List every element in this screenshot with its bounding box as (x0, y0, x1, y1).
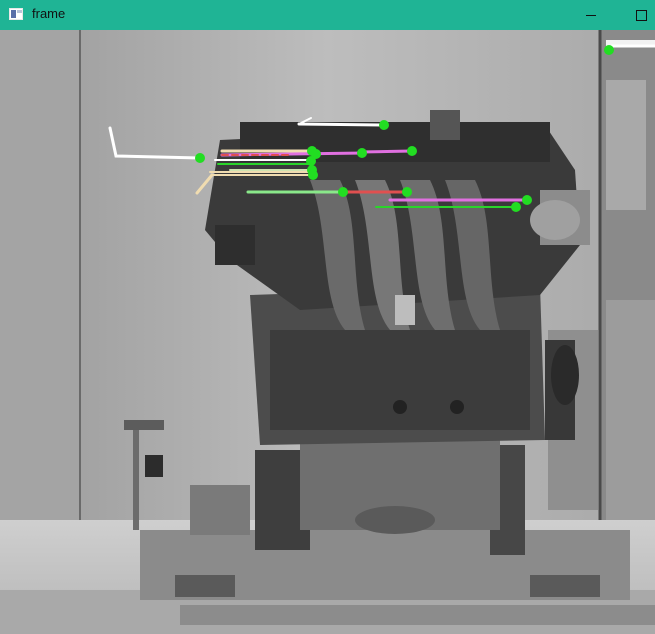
window-title: frame (32, 6, 66, 21)
engine-scene (0, 30, 655, 634)
title-bar[interactable]: frame (0, 0, 655, 30)
opencv-window: frame (0, 0, 655, 634)
wall-panel-left (0, 30, 80, 530)
maximize-button[interactable] (626, 0, 655, 30)
minimize-icon (586, 14, 596, 16)
maximize-icon (635, 9, 647, 21)
video-frame (0, 30, 655, 634)
minimize-button[interactable] (576, 0, 606, 30)
window-app-icon (9, 8, 23, 20)
